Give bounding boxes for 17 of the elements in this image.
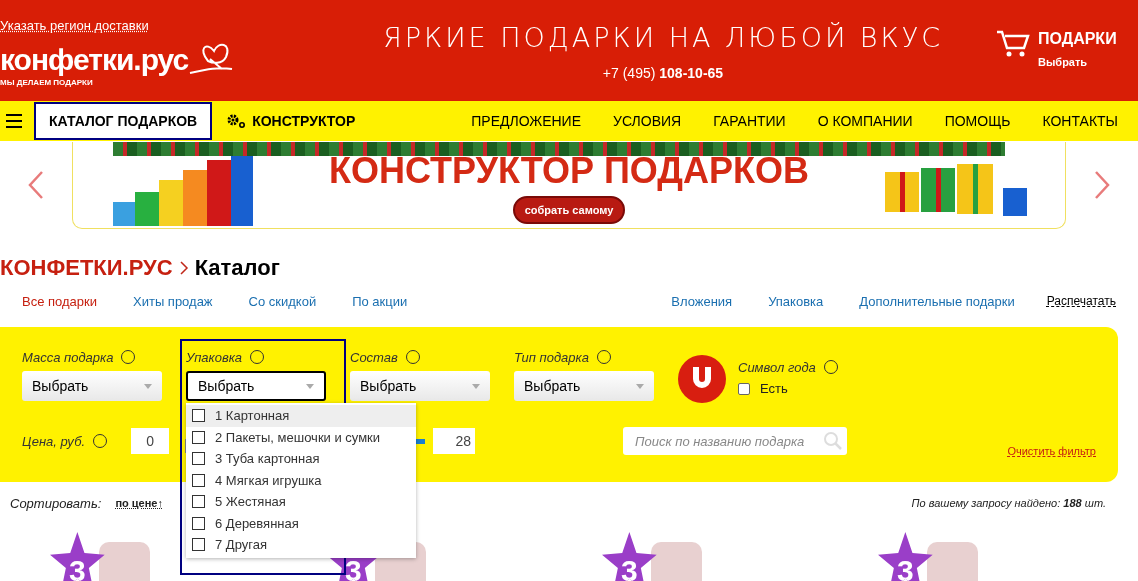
filter-label: Тип подарка — [514, 349, 589, 365]
star-badge: 3 — [50, 532, 105, 581]
results-count: По вашему запросу найдено: 188 шт. — [911, 497, 1106, 509]
banner-title: КОНСТРУКТОР ПОДАРКОВ — [329, 149, 809, 192]
filter-label: Цена, руб. — [22, 433, 86, 449]
phone-number: +7 (495) 108-10-65 — [602, 65, 724, 81]
tagline: МЫ ДЕЛАЕМ ПОДАРКИ — [0, 78, 94, 87]
filter-label: Состав — [350, 349, 398, 365]
filter-label: Упаковка — [186, 349, 243, 365]
filter-label: Символ года — [738, 359, 816, 375]
sort-label: Сортировать: — [10, 495, 102, 511]
page-title: Каталог — [194, 255, 280, 281]
checkbox-label: Есть — [760, 381, 788, 396]
star-badge: 3 — [602, 532, 657, 581]
filter-label: Масса подарка — [22, 349, 114, 365]
slogan: ЯРКИЕ ПОДАРКИ НА ЛЮБОЙ ВКУС — [382, 22, 944, 53]
star-badge: 3 — [878, 532, 933, 581]
